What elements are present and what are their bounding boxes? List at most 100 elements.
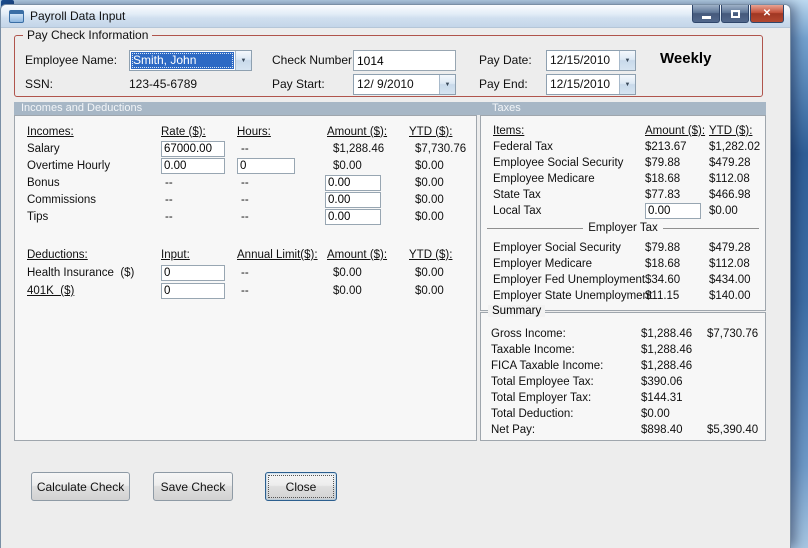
deductions-table: Deductions: Input: Annual Limit($): Amou…	[27, 246, 475, 300]
income-rate: --	[165, 193, 173, 206]
tax-amount: $34.60	[645, 274, 681, 286]
tax-ytd: $479.28	[709, 157, 751, 169]
close-button[interactable]: Close	[265, 472, 337, 501]
window-title: Payroll Data Input	[30, 9, 126, 23]
taxes-panel: Items: Amount ($): YTD ($): Federal Tax …	[480, 115, 766, 311]
chevron-down-icon: ▼	[624, 57, 631, 64]
deduction-label: 401K ($)	[27, 285, 75, 297]
summary-amount: $898.40	[641, 424, 683, 436]
deduction-label: Health Insurance ($)	[27, 267, 135, 279]
tax-amount: $77.83	[645, 189, 681, 201]
deduction-limit: --	[241, 285, 249, 297]
summary-group-title: Summary	[488, 305, 546, 317]
close-window-button[interactable]: ✕	[750, 5, 784, 23]
paycheck-info-group-title: Pay Check Information	[23, 28, 153, 42]
tax-amount: $79.88	[645, 157, 681, 169]
deduction-ytd: $0.00	[415, 285, 444, 297]
tax-ytd: $112.08	[709, 173, 750, 185]
close-icon: ✕	[762, 8, 772, 19]
calculate-check-button[interactable]: Calculate Check	[31, 472, 130, 501]
tax-label: State Tax	[493, 189, 541, 201]
incomes-table: Incomes: Rate ($): Hours: Amount ($): YT…	[27, 123, 475, 225]
employee-name-label: Employee Name:	[25, 53, 118, 67]
health-insurance-input[interactable]	[161, 265, 225, 281]
income-label: Salary	[27, 142, 60, 155]
401k-input[interactable]	[161, 283, 225, 299]
income-ytd: $0.00	[415, 176, 444, 189]
tax-label: Employer State Unemployment	[493, 290, 653, 302]
overtime-hours-input[interactable]	[237, 157, 295, 174]
deduction-limit: --	[241, 267, 249, 279]
col-header: Annual Limit($):	[237, 249, 318, 261]
employee-name-dropdown-button[interactable]: ▼	[235, 51, 251, 70]
client-area: Pay Check Information Employee Name: Smi…	[1, 28, 790, 548]
incomes-panel: Incomes: Rate ($): Hours: Amount ($): YT…	[14, 115, 477, 441]
income-label: Tips	[27, 210, 49, 223]
maximize-icon	[730, 9, 740, 18]
overtime-rate-input[interactable]	[161, 157, 225, 174]
pay-end-picker[interactable]: 12/15/2010 ▼	[546, 74, 636, 95]
col-header: YTD ($):	[409, 249, 453, 261]
maximize-button[interactable]	[721, 5, 749, 23]
pay-date-picker[interactable]: 12/15/2010 ▼	[546, 50, 636, 71]
summary-group: Summary Gross Income: $1,288.46 $7,730.7…	[480, 305, 766, 441]
chevron-down-icon: ▼	[240, 57, 247, 64]
tax-ytd: $0.00	[709, 205, 738, 217]
tax-amount: $11.15	[645, 290, 680, 302]
summary-amount: $1,288.46	[641, 328, 693, 340]
local-tax-input[interactable]	[645, 203, 701, 219]
salary-rate-input[interactable]	[161, 140, 225, 157]
summary-amount: $0.00	[641, 408, 670, 420]
taxes-section-header: Taxes	[492, 102, 521, 114]
income-label: Overtime Hourly	[27, 159, 111, 172]
tax-ytd: $434.00	[709, 274, 751, 286]
separator-line	[662, 227, 759, 229]
income-hours: --	[241, 210, 249, 223]
col-header: Input:	[161, 249, 190, 261]
summary-amount: $390.06	[641, 376, 683, 388]
app-icon	[9, 9, 24, 23]
separator-line	[487, 227, 584, 229]
save-check-button[interactable]: Save Check	[153, 472, 233, 501]
summary-label-cell: Gross Income:	[491, 328, 566, 340]
section-header-bar: Incomes and Deductions Taxes	[14, 102, 766, 115]
pay-end-label: Pay End:	[479, 77, 528, 91]
chevron-down-icon: ▼	[624, 81, 631, 88]
tax-ytd: $112.08	[709, 258, 750, 270]
bonus-amount-input[interactable]	[325, 174, 381, 191]
income-hours: --	[241, 142, 249, 155]
app-window: Payroll Data Input ✕ Pay Check Informati…	[0, 4, 791, 548]
employee-name-select[interactable]: Smith, John ▼	[129, 50, 252, 71]
tax-ytd: $140.00	[709, 290, 751, 302]
income-label: Commissions	[27, 193, 97, 206]
summary-label-cell: Net Pay:	[491, 424, 536, 436]
summary-label-cell: Total Employer Tax:	[491, 392, 592, 404]
income-rate: --	[165, 176, 173, 189]
titlebar[interactable]: Payroll Data Input ✕	[1, 5, 790, 28]
pay-date-dropdown-button[interactable]: ▼	[619, 51, 635, 70]
tax-label: Employee Social Security	[493, 157, 624, 169]
check-number-input[interactable]	[353, 50, 456, 71]
col-header: Items:	[493, 125, 525, 137]
deduction-amount: $0.00	[333, 267, 362, 279]
tax-amount: $79.88	[645, 242, 681, 254]
col-header: Amount ($):	[645, 125, 706, 137]
employee-taxes-table: Items: Amount ($): YTD ($): Federal Tax …	[493, 123, 760, 219]
col-header: Hours:	[237, 125, 271, 138]
chevron-down-icon: ▼	[444, 81, 451, 88]
commissions-amount-input[interactable]	[325, 191, 381, 208]
minimize-button[interactable]	[692, 5, 720, 23]
deduction-amount: $0.00	[333, 285, 362, 297]
income-amount: $1,288.46	[333, 142, 385, 155]
tax-ytd: $479.28	[709, 242, 751, 254]
pay-end-dropdown-button[interactable]: ▼	[619, 75, 635, 94]
tax-label: Local Tax	[493, 205, 542, 217]
pay-start-dropdown-button[interactable]: ▼	[439, 75, 455, 94]
pay-start-picker[interactable]: 12/ 9/2010 ▼	[353, 74, 456, 95]
col-header: YTD ($):	[709, 125, 753, 137]
tips-amount-input[interactable]	[325, 208, 381, 225]
check-number-label: Check Number:	[272, 53, 356, 67]
tax-amount: $18.68	[645, 258, 681, 270]
col-header: Incomes:	[27, 125, 74, 138]
tax-label: Employee Medicare	[493, 173, 595, 185]
